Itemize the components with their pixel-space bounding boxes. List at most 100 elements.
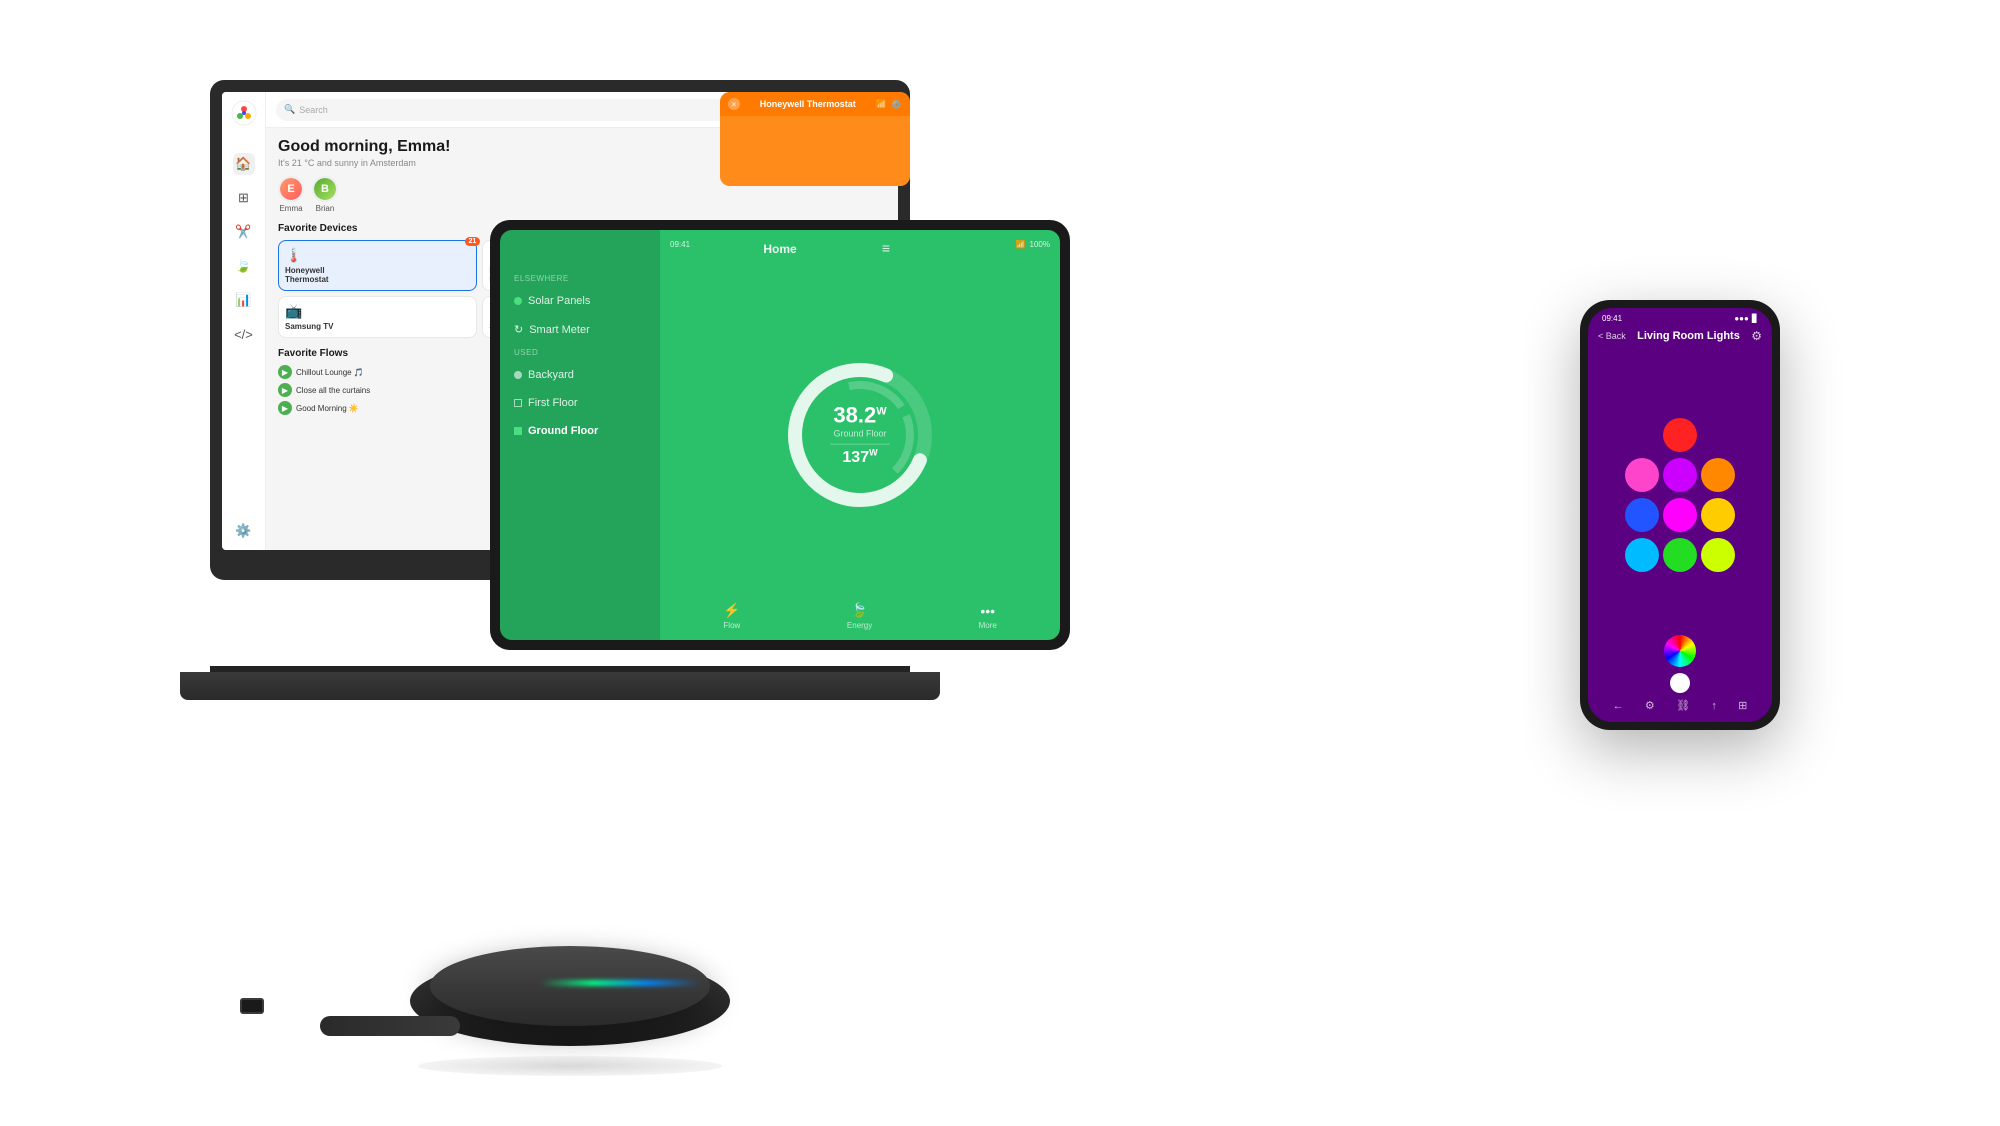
link-icon[interactable]: ⛓ (1676, 699, 1690, 712)
hub-shadow (418, 1056, 722, 1076)
flow-name-3: Close all the curtains (296, 386, 370, 395)
back-button[interactable]: < Back (1598, 331, 1626, 341)
backyard-label: Backyard (528, 369, 574, 381)
grid-ctrl-icon[interactable]: ⊞ (1738, 699, 1747, 712)
phone-settings-icon[interactable]: ⚙ (1751, 329, 1762, 343)
flow-nav-item[interactable]: ⚡ Flow (723, 602, 740, 630)
sidebar-chart-icon[interactable]: 📊 (233, 289, 255, 311)
backyard-dot (514, 371, 522, 379)
tablet-screen: 09:41 📶 100% Home ≡ ELSEWHERE (500, 230, 1060, 640)
device-tv[interactable]: 📺 Samsung TV (278, 296, 477, 338)
energy-nav-item[interactable]: 🍃 Energy (847, 602, 872, 630)
sidebar-leaf-icon[interactable]: 🍃 (233, 255, 255, 277)
phone-screen-title: Living Room Lights (1637, 330, 1740, 342)
energy-floor-label: Ground Floor (830, 429, 890, 440)
sidebar-code-icon[interactable]: </> (233, 323, 255, 345)
brian-name: Brian (316, 204, 335, 213)
color-blue[interactable] (1625, 498, 1659, 532)
popup-settings-icon[interactable]: ⚙️ (891, 99, 902, 110)
back-icon[interactable]: ← (1613, 700, 1624, 712)
brian-avatar: B (312, 176, 338, 202)
energy-divider (830, 444, 890, 445)
search-icon: 🔍 (284, 104, 295, 115)
tablet-time: 09:41 (670, 240, 690, 249)
solar-panels-item[interactable]: Solar Panels (500, 287, 660, 315)
first-floor-label: First Floor (528, 397, 578, 409)
white-dot[interactable] (1670, 673, 1690, 693)
energy-nav-label: Energy (847, 621, 872, 630)
tablet-bottom-nav: ⚡ Flow 🍃 Energy ••• More (660, 602, 1060, 630)
first-floor-item[interactable]: First Floor (500, 389, 660, 417)
sidebar-settings-icon[interactable]: ⚙️ (233, 520, 255, 542)
phone-controls-row: ← ⚙ ⛓ ↑ ⊞ (1602, 699, 1758, 712)
popup-close-button[interactable]: × (728, 98, 740, 110)
energy-main-value: 38.2W (830, 403, 890, 429)
share-icon[interactable]: ↑ (1711, 700, 1717, 712)
device-thermostat[interactable]: 🌡️ 21 HoneywellThermostat (278, 240, 477, 291)
color-green[interactable] (1663, 538, 1697, 572)
backyard-item[interactable]: Backyard (500, 361, 660, 389)
emma-name: Emma (279, 204, 302, 213)
popup-body (720, 116, 910, 186)
phone-colors (1588, 347, 1772, 629)
tablet-wifi-icon: 📶 (1016, 240, 1026, 249)
color-cyan[interactable] (1625, 538, 1659, 572)
tablet-outer: 09:41 📶 100% Home ≡ ELSEWHERE (490, 220, 1070, 650)
first-floor-icon (514, 399, 522, 407)
flow-btn-3[interactable]: ▶ (278, 383, 292, 397)
color-purple[interactable] (1663, 498, 1697, 532)
phone-time: 09:41 (1602, 314, 1622, 323)
popup-title: Honeywell Thermostat (760, 99, 856, 109)
color-pink[interactable] (1625, 458, 1659, 492)
thermostat-icon: 🌡️ (285, 247, 470, 264)
meter-icon: ↻ (514, 323, 523, 336)
solar-dot (514, 297, 522, 305)
flow-nav-label: Flow (723, 621, 740, 630)
tablet-main: 38.2W Ground Floor 137W (660, 230, 1060, 640)
flow-btn-5[interactable]: ▶ (278, 401, 292, 415)
smart-meter-item[interactable]: ↻ Smart Meter (500, 315, 660, 344)
gear-ctrl-icon[interactable]: ⚙ (1645, 699, 1655, 712)
emma-avatar: E (278, 176, 304, 202)
flow-name: Chillout Lounge 🎵 (296, 368, 364, 377)
color-red[interactable] (1663, 418, 1697, 452)
user-emma: E Emma (278, 176, 304, 213)
phone-nav: < Back Living Room Lights ⚙ (1588, 325, 1772, 347)
thermostat-name: HoneywellThermostat (285, 266, 470, 284)
thermostat-badge: 21 (465, 237, 481, 246)
sidebar-flows-icon[interactable]: ✂️ (233, 221, 255, 243)
phone-signal-icon: ●●● (1734, 314, 1749, 323)
tv-name: Samsung TV (285, 322, 470, 331)
flow-nav-icon: ⚡ (723, 602, 740, 619)
tablet-menu-icon[interactable]: ≡ (882, 240, 890, 256)
sidebar-home-icon[interactable]: 🏠 (233, 153, 255, 175)
hub-plug (240, 998, 264, 1014)
color-yellow[interactable] (1701, 498, 1735, 532)
thermostat-popup[interactable]: × Honeywell Thermostat 📶 ⚙️ (720, 92, 910, 186)
phone-outer: 09:41 ●●● ▊ < Back Living Room Lights ⚙ (1580, 300, 1780, 730)
color-lime[interactable] (1701, 538, 1735, 572)
search-bar[interactable]: 🔍 Search (276, 99, 780, 121)
sidebar-grid-icon[interactable]: ⊞ (233, 187, 255, 209)
phone-screen: 09:41 ●●● ▊ < Back Living Room Lights ⚙ (1588, 308, 1772, 722)
solar-label: Solar Panels (528, 295, 590, 307)
meter-label: Smart Meter (529, 324, 590, 336)
app-logo (231, 100, 257, 135)
phone: 09:41 ●●● ▊ < Back Living Room Lights ⚙ (1580, 300, 1780, 730)
energy-secondary-value: 137W (830, 448, 890, 468)
ground-floor-label: Ground Floor (528, 425, 598, 437)
flow-btn[interactable]: ▶ (278, 365, 292, 379)
section-used: USED (500, 344, 660, 361)
tablet: 09:41 📶 100% Home ≡ ELSEWHERE (490, 220, 1070, 650)
more-nav-item[interactable]: ••• More (979, 603, 997, 630)
color-orange[interactable] (1701, 458, 1735, 492)
tablet-sidebar: ELSEWHERE Solar Panels ↻ Smart Meter USE… (500, 230, 660, 640)
ground-floor-item[interactable]: Ground Floor (500, 417, 660, 445)
energy-center: 38.2W Ground Floor 137W (830, 403, 890, 468)
color-wheel[interactable] (1664, 635, 1696, 667)
energy-nav-icon: 🍃 (851, 602, 868, 619)
color-magenta[interactable] (1663, 458, 1697, 492)
popup-header: × Honeywell Thermostat 📶 ⚙️ (720, 92, 910, 116)
tv-icon: 📺 (285, 303, 470, 320)
more-nav-icon: ••• (980, 603, 995, 619)
